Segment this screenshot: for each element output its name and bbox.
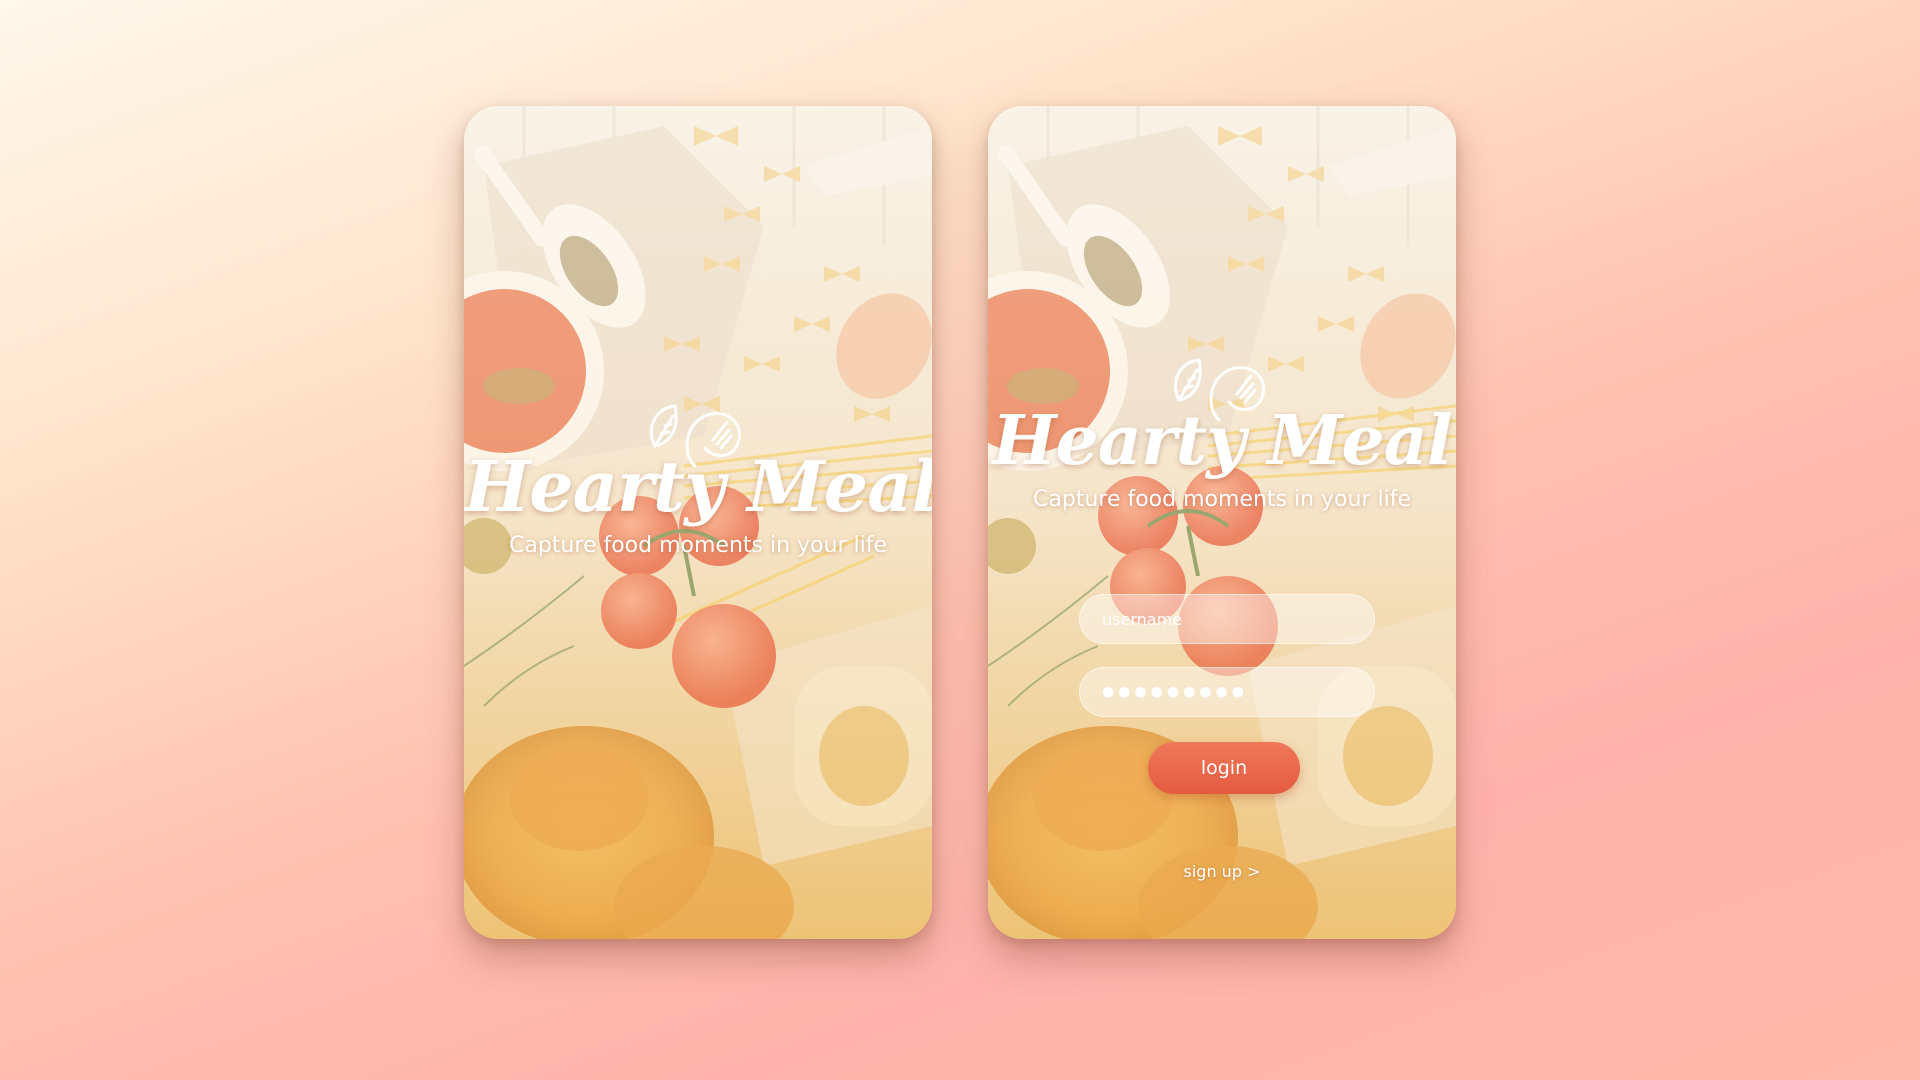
login-screen: Hearty Meal Capture food moments in your…: [988, 106, 1456, 939]
image-overlay: [988, 106, 1456, 939]
brand-name: Hearty Meal: [992, 401, 1452, 481]
tagline: Capture food moments in your life: [509, 533, 887, 558]
brand-name: Hearty Meal: [464, 445, 932, 528]
password-input[interactable]: ●●●●●●●●●: [1079, 667, 1375, 717]
logo-group: Hearty Meal Capture food moments in your…: [988, 350, 1456, 514]
tagline: Capture food moments in your life: [1033, 487, 1411, 512]
signup-link[interactable]: sign up >: [988, 862, 1456, 881]
splash-screen: Hearty Meal Capture food moments in your…: [464, 106, 932, 939]
logo-group: Hearty Meal Capture food moments in your…: [464, 396, 932, 560]
login-button[interactable]: login: [1148, 742, 1300, 794]
username-input[interactable]: username: [1079, 594, 1375, 644]
